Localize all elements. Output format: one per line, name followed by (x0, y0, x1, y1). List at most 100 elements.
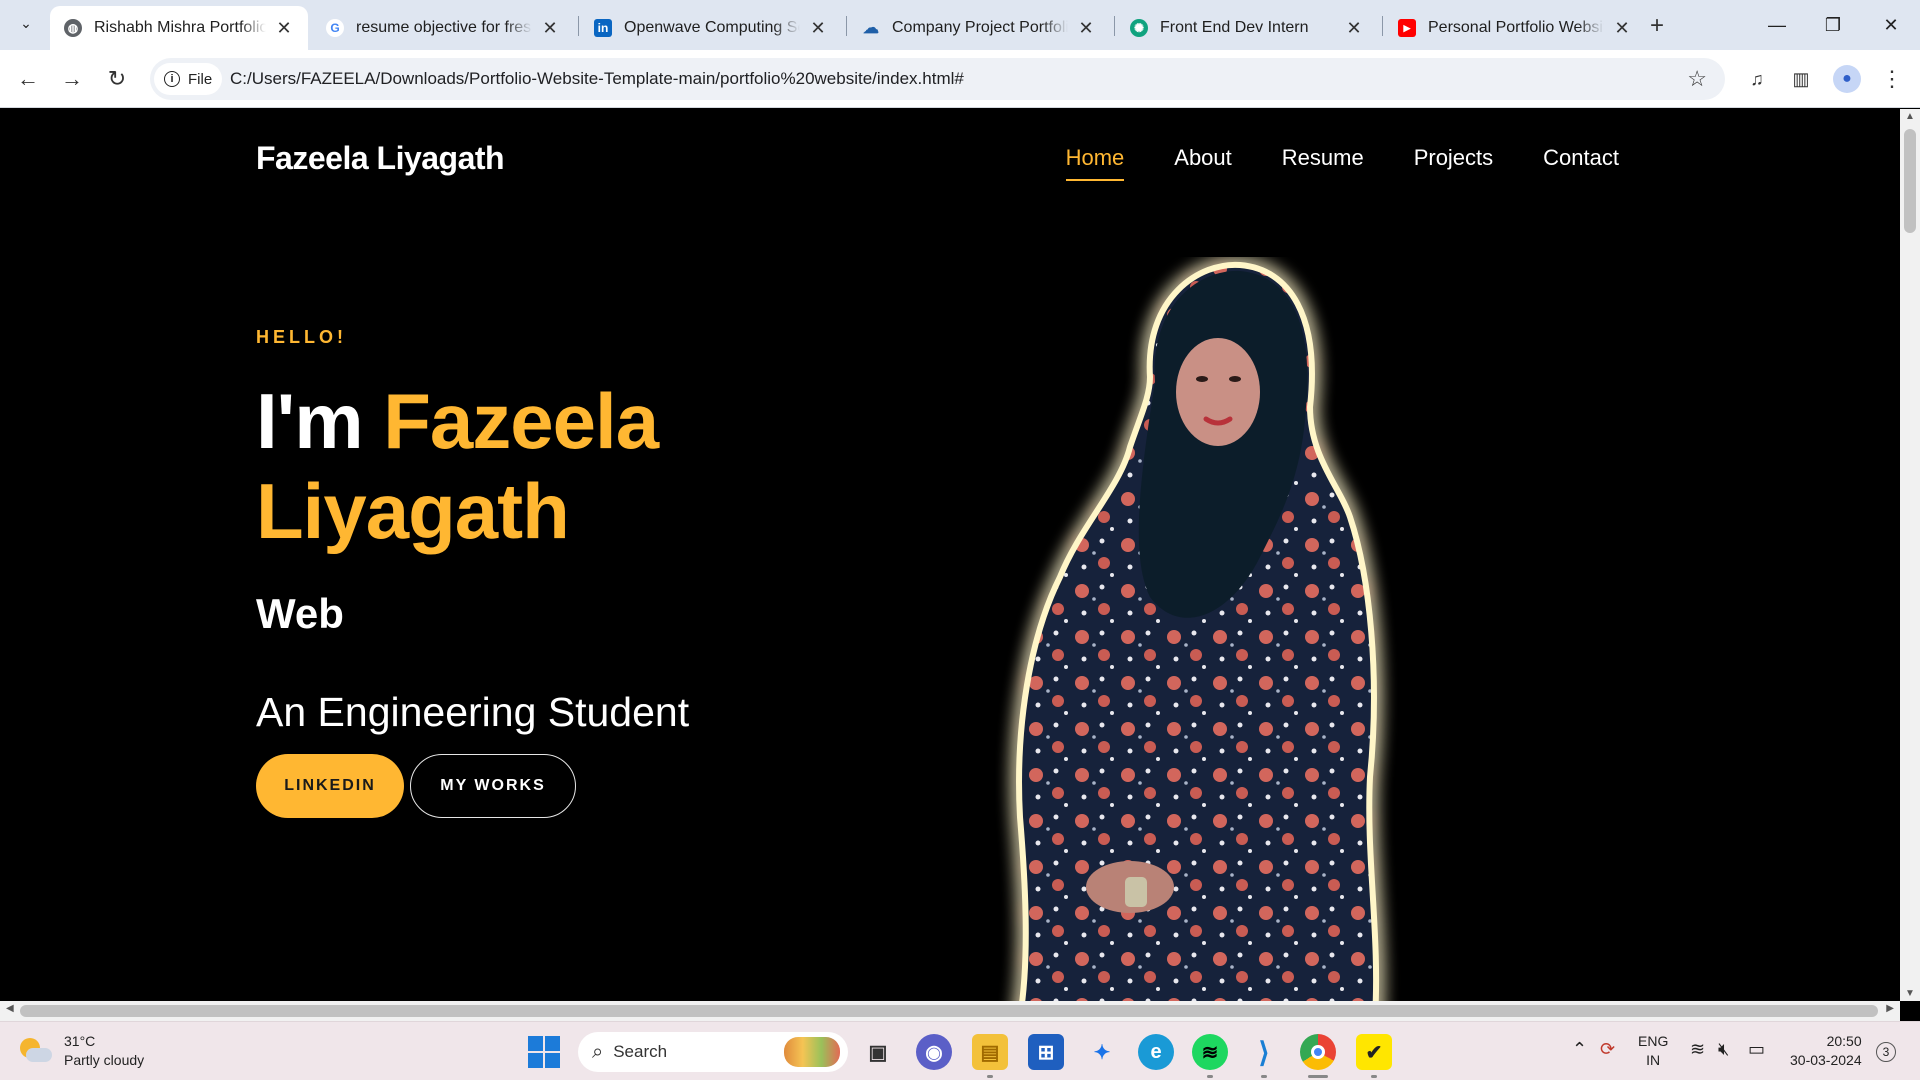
weather-temp: 31°C (64, 1033, 96, 1049)
linkedin-icon: in (594, 19, 612, 37)
copilot-icon[interactable]: ✦ (1084, 1034, 1120, 1070)
scroll-up-arrow-icon[interactable]: ▲ (1900, 111, 1920, 122)
menu-kebab-icon[interactable]: ⋮ (1878, 65, 1906, 93)
site-brand-logo[interactable]: Fazeela Liyagath (256, 140, 505, 177)
minimize-icon[interactable]: — (1752, 8, 1802, 42)
teams-chat-icon[interactable]: ◉ (916, 1034, 952, 1070)
nav-contact-link[interactable]: Contact (1543, 145, 1619, 181)
search-highlight-image (784, 1037, 840, 1067)
tab-chatgpt[interactable]: ✺ Front End Dev Intern ✕ (1116, 6, 1378, 50)
nav-about-link[interactable]: About (1174, 145, 1232, 181)
edge-browser-icon[interactable]: e (1138, 1034, 1174, 1070)
task-view-icon[interactable]: ▣ (860, 1034, 896, 1070)
hero-typed-text: Web (256, 590, 344, 637)
globe-icon: ◍ (64, 19, 82, 37)
chrome-icon[interactable] (1300, 1034, 1336, 1078)
bookmark-star-icon[interactable]: ☆ (1687, 66, 1707, 92)
tab-linkedin[interactable]: in Openwave Computing Ser ✕ (580, 6, 842, 50)
sync-alert-icon[interactable]: ⟳ (1600, 1039, 1615, 1060)
todo-checkmark-icon[interactable]: ✔ (1356, 1034, 1392, 1078)
linkedin-button[interactable]: LINKEDIN (256, 754, 404, 818)
hero-last-name: Liyagath (256, 467, 570, 555)
partly-cloudy-icon (18, 1036, 52, 1066)
hero-headline: I'm Fazeela Liyagath (256, 376, 659, 556)
browser-tabstrip: ⌄ ◍ Rishabh Mishra Portfolio ✕ G resume … (0, 0, 1920, 50)
tab-separator (846, 16, 847, 36)
close-window-icon[interactable]: ✕ (1866, 8, 1916, 42)
back-arrow-icon[interactable]: ← (12, 63, 44, 95)
forward-arrow-icon[interactable]: → (56, 63, 88, 95)
scroll-right-arrow-icon[interactable]: ▶ (1886, 1003, 1894, 1014)
vertical-scroll-thumb[interactable] (1904, 129, 1916, 233)
notification-count-badge[interactable]: 3 (1876, 1042, 1896, 1062)
my-works-button[interactable]: MY WORKS (410, 754, 576, 818)
battery-icon[interactable]: ▭ (1748, 1039, 1765, 1060)
new-tab-button[interactable]: + (1650, 12, 1664, 40)
region-code: IN (1646, 1052, 1661, 1068)
search-icon: ⌕ (592, 1040, 604, 1063)
vscode-icon[interactable]: ⟩ (1246, 1034, 1282, 1078)
close-tab-icon[interactable]: ✕ (1344, 18, 1364, 39)
youtube-icon: ▶ (1398, 19, 1416, 37)
tab-title: Rishabh Mishra Portfolio (94, 19, 266, 36)
close-tab-icon[interactable]: ✕ (1076, 18, 1096, 39)
tab-separator (1114, 16, 1115, 36)
system-clock[interactable]: 20:50 30-03-2024 (1790, 1032, 1862, 1070)
scroll-left-arrow-icon[interactable]: ◀ (6, 1003, 14, 1014)
vertical-scrollbar[interactable]: ▲ ▼ (1900, 109, 1920, 1001)
address-bar[interactable]: i File C:/Users/FAZEELA/Downloads/Portfo… (150, 58, 1725, 100)
tab-company-portfolio[interactable]: ☁ Company Project Portfolio ✕ (848, 6, 1110, 50)
tab-rishabh-portfolio[interactable]: ◍ Rishabh Mishra Portfolio ✕ (50, 6, 308, 50)
taskbar-search-box[interactable]: ⌕ Search (578, 1032, 848, 1072)
tab-search-chevron-icon[interactable]: ⌄ (12, 9, 40, 37)
nav-home-link[interactable]: Home (1065, 145, 1125, 181)
horizontal-scroll-thumb[interactable] (20, 1005, 1878, 1017)
windows-taskbar: 31°C Partly cloudy ⌕ Search ▣ ◉ ▤ ⊞ ✦ e … (0, 1021, 1920, 1080)
clock-time: 20:50 (1826, 1033, 1862, 1049)
side-panel-icon[interactable]: ▥ (1787, 65, 1815, 93)
tab-separator (578, 16, 579, 36)
spotify-icon[interactable]: ≋ (1192, 1034, 1228, 1078)
clock-date: 30-03-2024 (1790, 1052, 1862, 1068)
windows-start-icon[interactable] (528, 1036, 560, 1068)
language-code: ENG (1638, 1033, 1669, 1049)
language-indicator[interactable]: ENG IN (1638, 1032, 1668, 1070)
volume-muted-icon[interactable]: 🔇︎ (1718, 1039, 1729, 1060)
wifi-icon[interactable]: ≋ (1690, 1039, 1705, 1060)
tab-title: Front End Dev Intern (1160, 19, 1309, 36)
microsoft-store-icon[interactable]: ⊞ (1028, 1034, 1064, 1070)
tab-title: Openwave Computing Ser (624, 19, 800, 36)
hero-tagline: An Engineering Student (256, 689, 690, 735)
profile-portrait-image (1016, 261, 1380, 1001)
hero-first-name: Fazeela (383, 377, 659, 465)
site-info-label: File (188, 70, 213, 88)
horizontal-scrollbar[interactable]: ◀ ▶ (0, 1001, 1900, 1021)
nav-projects-link[interactable]: Projects (1414, 145, 1493, 181)
scroll-down-arrow-icon[interactable]: ▼ (1900, 988, 1920, 999)
search-placeholder: Search (613, 1042, 668, 1061)
info-icon: i (164, 71, 180, 87)
chatgpt-icon: ✺ (1130, 19, 1148, 37)
close-tab-icon[interactable]: ✕ (540, 18, 560, 39)
google-icon: G (326, 19, 344, 37)
tab-title: Personal Portfolio Website (1428, 19, 1604, 36)
browser-toolbar: ← → ↻ i File C:/Users/FAZEELA/Downloads/… (0, 50, 1920, 108)
close-tab-icon[interactable]: ✕ (808, 18, 828, 39)
url-text[interactable]: C:/Users/FAZEELA/Downloads/Portfolio-Web… (230, 69, 964, 89)
show-hidden-icons-chevron-icon[interactable]: ⌃ (1572, 1039, 1587, 1060)
nav-resume-link[interactable]: Resume (1282, 145, 1364, 181)
profile-avatar-icon[interactable]: ● (1833, 65, 1861, 93)
weather-condition: Partly cloudy (64, 1052, 145, 1068)
file-explorer-icon[interactable]: ▤ (972, 1034, 1008, 1078)
close-tab-icon[interactable]: ✕ (1612, 18, 1632, 39)
tab-title: Company Project Portfolio (892, 19, 1068, 36)
hero-greeting: HELLO! (256, 327, 347, 347)
close-tab-icon[interactable]: ✕ (274, 18, 294, 39)
site-info-chip[interactable]: i File (154, 63, 223, 95)
tab-google-search[interactable]: G resume objective for fresh ✕ (312, 6, 574, 50)
media-controls-icon[interactable]: ♫ (1743, 65, 1771, 93)
weather-widget[interactable]: 31°C Partly cloudy (18, 1032, 144, 1070)
restore-icon[interactable]: ❐ (1808, 8, 1858, 42)
tab-youtube[interactable]: ▶ Personal Portfolio Website ✕ (1384, 6, 1646, 50)
reload-icon[interactable]: ↻ (101, 63, 133, 95)
